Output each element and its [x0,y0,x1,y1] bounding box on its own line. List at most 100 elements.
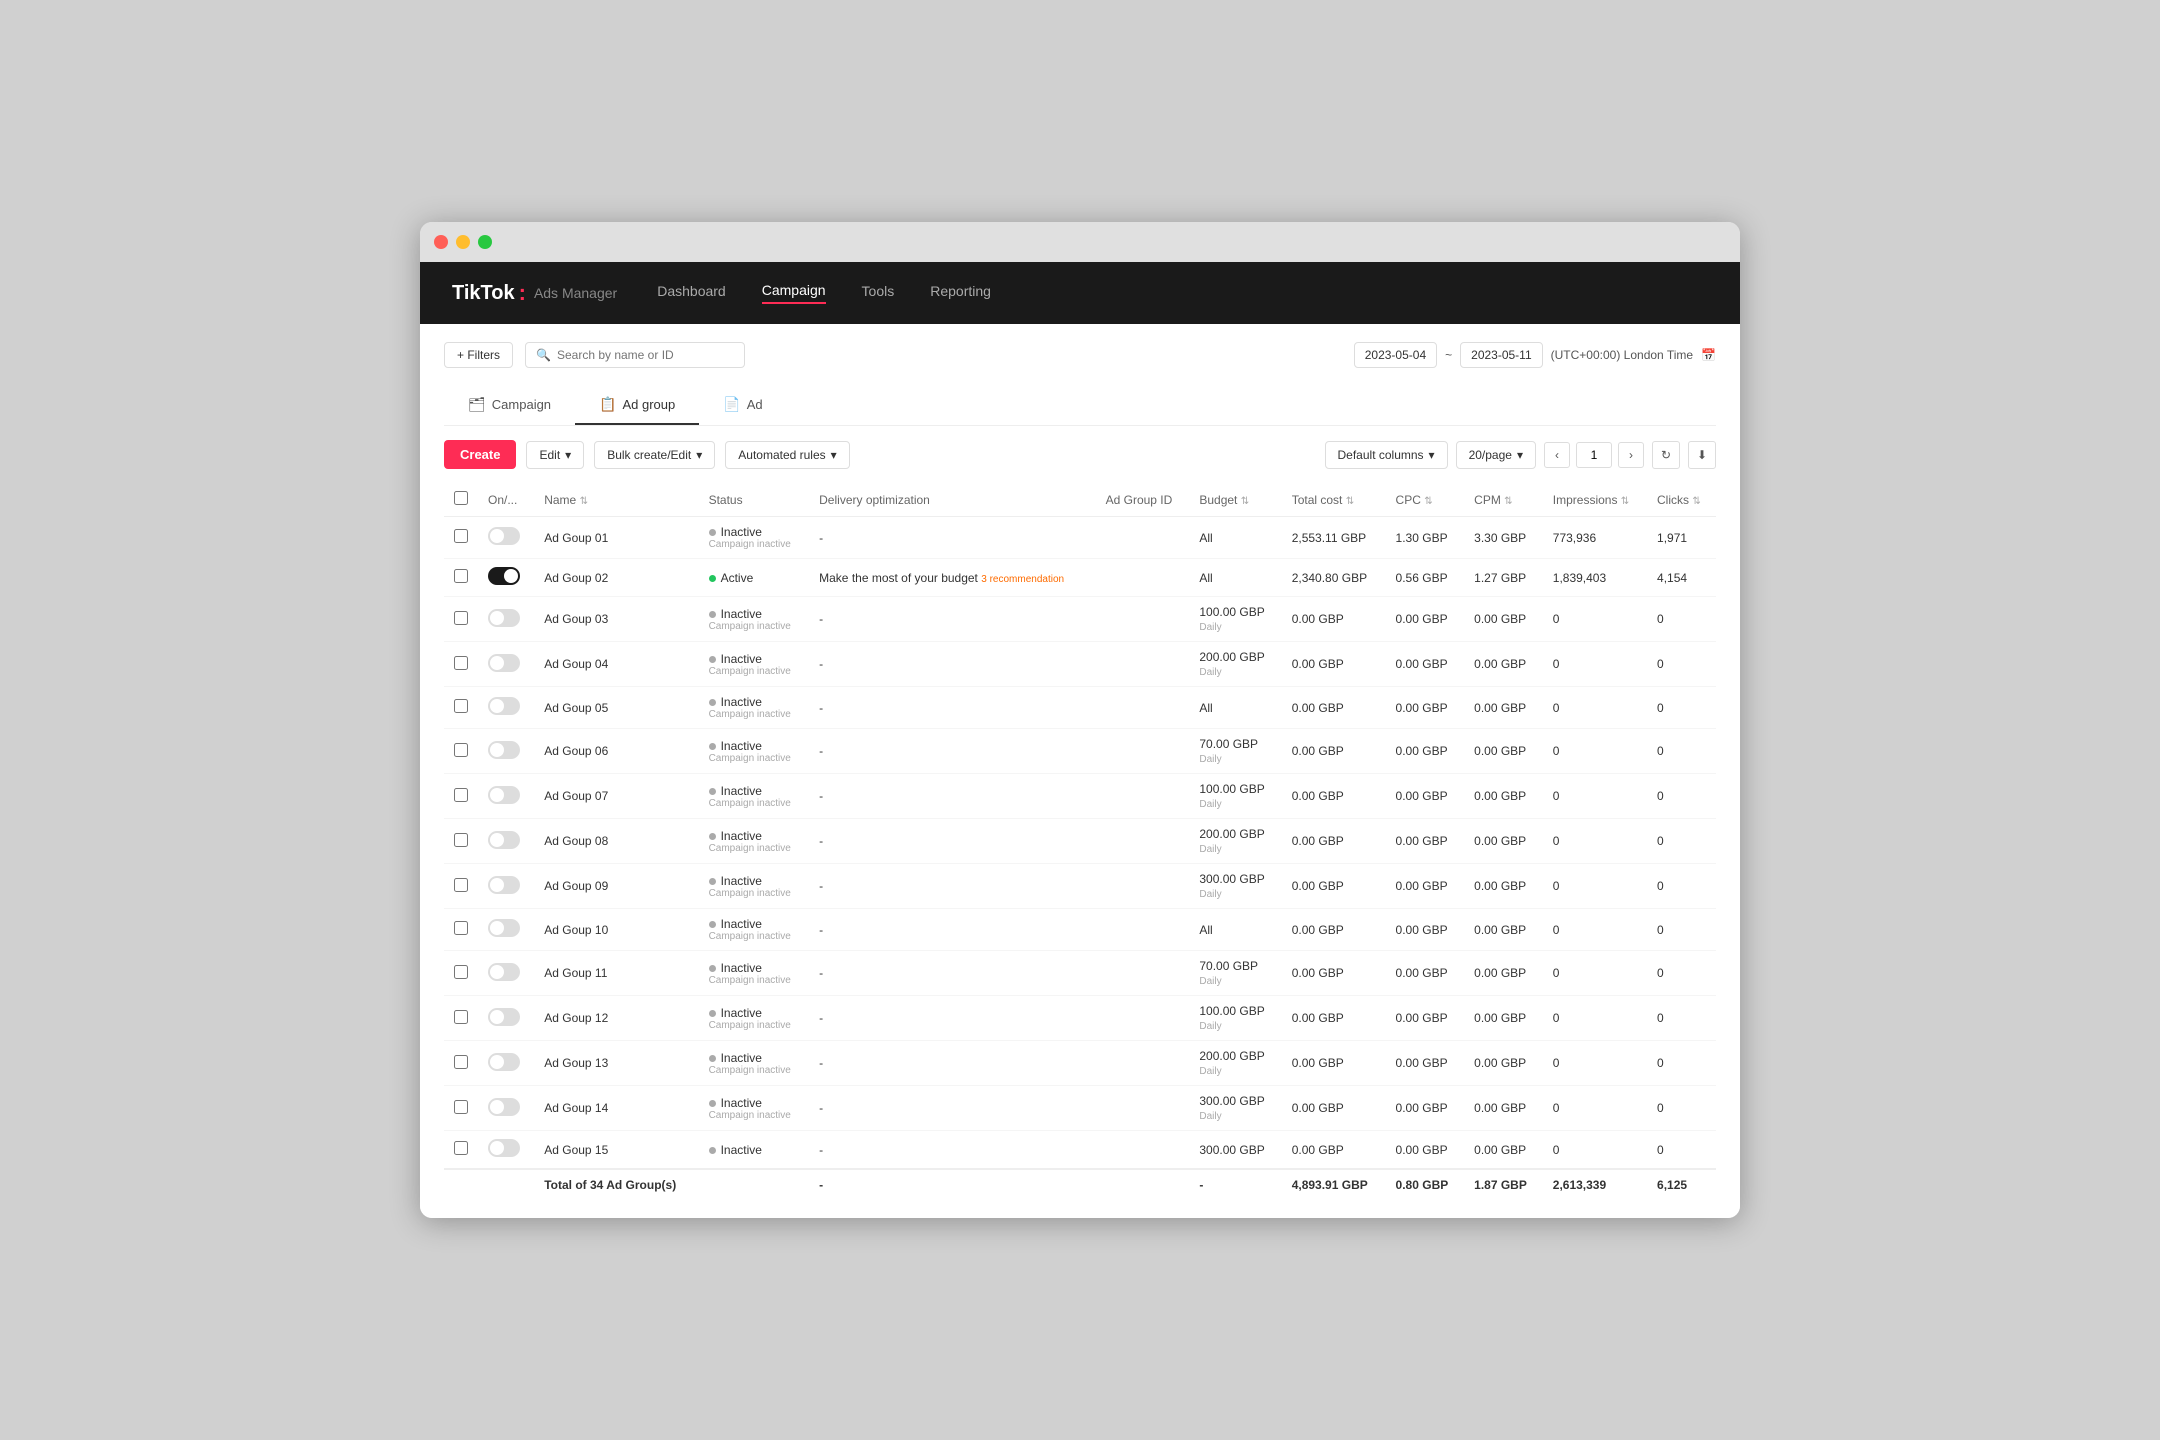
row-name-1: Ad Goup 02 [534,559,698,597]
row-cpc-13: 0.00 GBP [1386,1086,1465,1131]
row-checkbox-10[interactable] [444,951,478,996]
row-toggle-14[interactable] [478,1131,534,1170]
logo-dot: : [519,280,526,306]
col-name[interactable]: Name ⇅ [534,483,698,517]
table-row: Ad Goup 14 Inactive Campaign inactive - … [444,1086,1716,1131]
row-checkbox-13[interactable] [444,1086,478,1131]
nav-campaign[interactable]: Campaign [762,282,826,304]
tab-campaign[interactable]: 🗂 Campaign [444,386,575,425]
calendar-icon[interactable]: 📅 [1701,348,1716,362]
row-name-4: Ad Goup 05 [534,687,698,729]
row-toggle-9[interactable] [478,909,534,951]
row-name-11: Ad Goup 12 [534,996,698,1041]
row-toggle-13[interactable] [478,1086,534,1131]
row-toggle-3[interactable] [478,642,534,687]
row-delivery-3: - [809,642,1095,687]
bulk-create-button[interactable]: Bulk create/Edit ▾ [594,441,715,469]
row-cpm-4: 0.00 GBP [1464,687,1543,729]
row-status-11: Inactive Campaign inactive [699,996,810,1041]
row-budget-0: All [1189,517,1281,559]
edit-button[interactable]: Edit ▾ [526,441,584,469]
row-name-2: Ad Goup 03 [534,597,698,642]
row-checkbox-14[interactable] [444,1131,478,1170]
row-id-12 [1096,1041,1190,1086]
prev-page-button[interactable]: ‹ [1544,442,1570,468]
col-on-off: On/... [478,483,534,517]
total-label: Total of 34 Ad Group(s) [534,1169,698,1200]
row-checkbox-3[interactable] [444,642,478,687]
row-name-14: Ad Goup 15 [534,1131,698,1170]
row-toggle-6[interactable] [478,774,534,819]
row-checkbox-6[interactable] [444,774,478,819]
row-status-6: Inactive Campaign inactive [699,774,810,819]
col-clicks[interactable]: Clicks ⇅ [1647,483,1716,517]
ad-tab-icon: 📄 [723,396,740,413]
row-cpc-1: 0.56 GBP [1386,559,1465,597]
row-impressions-12: 0 [1543,1041,1647,1086]
row-status-4: Inactive Campaign inactive [699,687,810,729]
row-toggle-2[interactable] [478,597,534,642]
row-checkbox-9[interactable] [444,909,478,951]
row-toggle-8[interactable] [478,864,534,909]
row-toggle-0[interactable] [478,517,534,559]
row-clicks-9: 0 [1647,909,1716,951]
row-cpc-8: 0.00 GBP [1386,864,1465,909]
date-end[interactable]: 2023-05-11 [1460,342,1543,368]
row-budget-9: All [1189,909,1281,951]
download-button[interactable]: ⬇ [1688,441,1716,469]
per-page-button[interactable]: 20/page ▾ [1456,441,1536,469]
row-status-5: Inactive Campaign inactive [699,729,810,774]
row-delivery-13: - [809,1086,1095,1131]
row-checkbox-5[interactable] [444,729,478,774]
refresh-button[interactable]: ↻ [1652,441,1680,469]
row-checkbox-12[interactable] [444,1041,478,1086]
row-name-13: Ad Goup 14 [534,1086,698,1131]
row-toggle-7[interactable] [478,819,534,864]
main-content: + Filters 🔍 2023-05-04 ~ 2023-05-11 (UTC… [420,324,1740,1218]
search-input[interactable] [557,348,734,362]
row-checkbox-0[interactable] [444,517,478,559]
row-checkbox-8[interactable] [444,864,478,909]
row-cpc-4: 0.00 GBP [1386,687,1465,729]
row-toggle-12[interactable] [478,1041,534,1086]
row-toggle-1[interactable] [478,559,534,597]
date-start[interactable]: 2023-05-04 [1354,342,1437,368]
row-checkbox-7[interactable] [444,819,478,864]
row-clicks-0: 1,971 [1647,517,1716,559]
tab-adgroup[interactable]: 📋 Ad group [575,386,699,425]
row-toggle-5[interactable] [478,729,534,774]
row-checkbox-1[interactable] [444,559,478,597]
col-cpm[interactable]: CPM ⇅ [1464,483,1543,517]
row-checkbox-11[interactable] [444,996,478,1041]
row-name-9: Ad Goup 10 [534,909,698,951]
row-toggle-4[interactable] [478,687,534,729]
row-cpm-7: 0.00 GBP [1464,819,1543,864]
row-budget-7: 200.00 GBP Daily [1189,819,1281,864]
select-all-header[interactable] [444,483,478,517]
default-columns-button[interactable]: Default columns ▾ [1325,441,1448,469]
row-total-cost-0: 2,553.11 GBP [1282,517,1386,559]
row-status-0: Inactive Campaign inactive [699,517,810,559]
nav-dashboard[interactable]: Dashboard [657,283,726,303]
col-impressions[interactable]: Impressions ⇅ [1543,483,1647,517]
col-total-cost[interactable]: Total cost ⇅ [1282,483,1386,517]
nav-tools[interactable]: Tools [862,283,895,303]
filters-button[interactable]: + Filters [444,342,513,368]
create-button[interactable]: Create [444,440,516,469]
logo-tiktok: TikTok [452,282,515,305]
row-toggle-11[interactable] [478,996,534,1041]
row-budget-4: All [1189,687,1281,729]
tab-ad[interactable]: 📄 Ad [699,386,786,425]
col-budget[interactable]: Budget ⇅ [1189,483,1281,517]
row-checkbox-4[interactable] [444,687,478,729]
table-row: Ad Goup 01 Inactive Campaign inactive - … [444,517,1716,559]
table-row: Ad Goup 08 Inactive Campaign inactive - … [444,819,1716,864]
col-cpc[interactable]: CPC ⇅ [1386,483,1465,517]
row-toggle-10[interactable] [478,951,534,996]
navbar: TikTok: Ads Manager Dashboard Campaign T… [420,262,1740,324]
row-checkbox-2[interactable] [444,597,478,642]
automated-rules-button[interactable]: Automated rules ▾ [725,441,849,469]
nav-reporting[interactable]: Reporting [930,283,991,303]
row-status-14: Inactive [699,1131,810,1170]
next-page-button[interactable]: › [1618,442,1644,468]
